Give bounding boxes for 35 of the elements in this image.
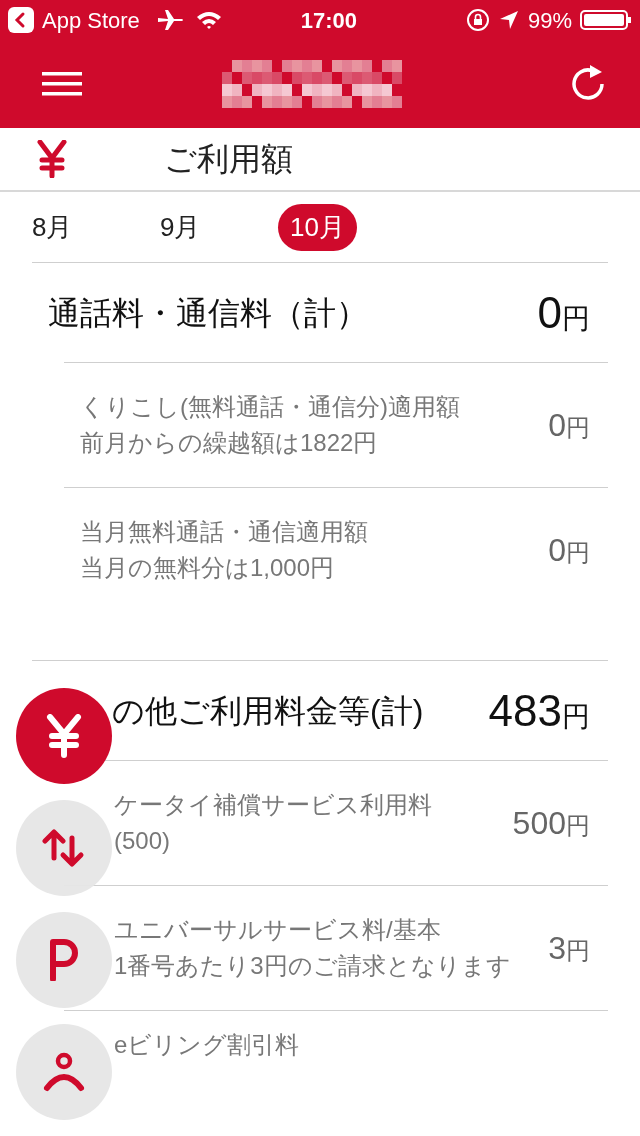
group-total-label: の他ご利用料金等(計)	[112, 691, 424, 731]
p-icon	[48, 939, 80, 981]
item-label: eビリング割引料	[114, 1030, 301, 1060]
status-time: 17:00	[299, 6, 359, 35]
item-amount: 0円	[548, 406, 590, 445]
orientation-lock-icon	[465, 8, 490, 32]
back-icon[interactable]	[8, 7, 34, 33]
item-label: 前月からの繰越額は1822円	[80, 428, 379, 458]
item-label: (500)	[114, 826, 172, 856]
item-amount: 500円	[512, 804, 590, 843]
yen-icon	[36, 140, 68, 178]
item-label: ケータイ補償サービス利用料	[114, 790, 433, 820]
section-title: ご利用額	[164, 140, 293, 179]
person-icon	[43, 1052, 85, 1092]
month-tab[interactable]: 9月	[150, 207, 211, 247]
item-amount: 3円	[548, 929, 590, 968]
wifi-icon	[195, 10, 222, 30]
group-total-amount: 0円	[537, 286, 590, 339]
item-label: 当月無料通話・通信適用額	[80, 517, 369, 547]
up-down-arrows-icon	[42, 828, 86, 868]
month-tab[interactable]: 10月	[278, 203, 357, 251]
month-tab[interactable]: 8月	[22, 207, 83, 247]
menu-icon[interactable]	[42, 70, 82, 98]
battery-icon	[580, 9, 632, 31]
group-total-amount: 483円	[488, 684, 590, 737]
item-label: ユニバーサルサービス料/基本	[114, 915, 442, 945]
item-label: くりこし(無料通話・通信分)適用額	[80, 392, 461, 422]
group-total-label: 通話料・通信料（計）	[48, 293, 368, 333]
yen-icon	[44, 714, 84, 758]
airplane-icon	[155, 8, 184, 32]
item-label: 当月の無料分は1,000円	[80, 553, 336, 583]
back-label[interactable]: App Store	[42, 3, 140, 37]
item-amount: 0円	[548, 531, 590, 570]
battery-percent: 99%	[527, 6, 572, 35]
item-label: 1番号あたり3円のご請求となります	[114, 951, 512, 981]
